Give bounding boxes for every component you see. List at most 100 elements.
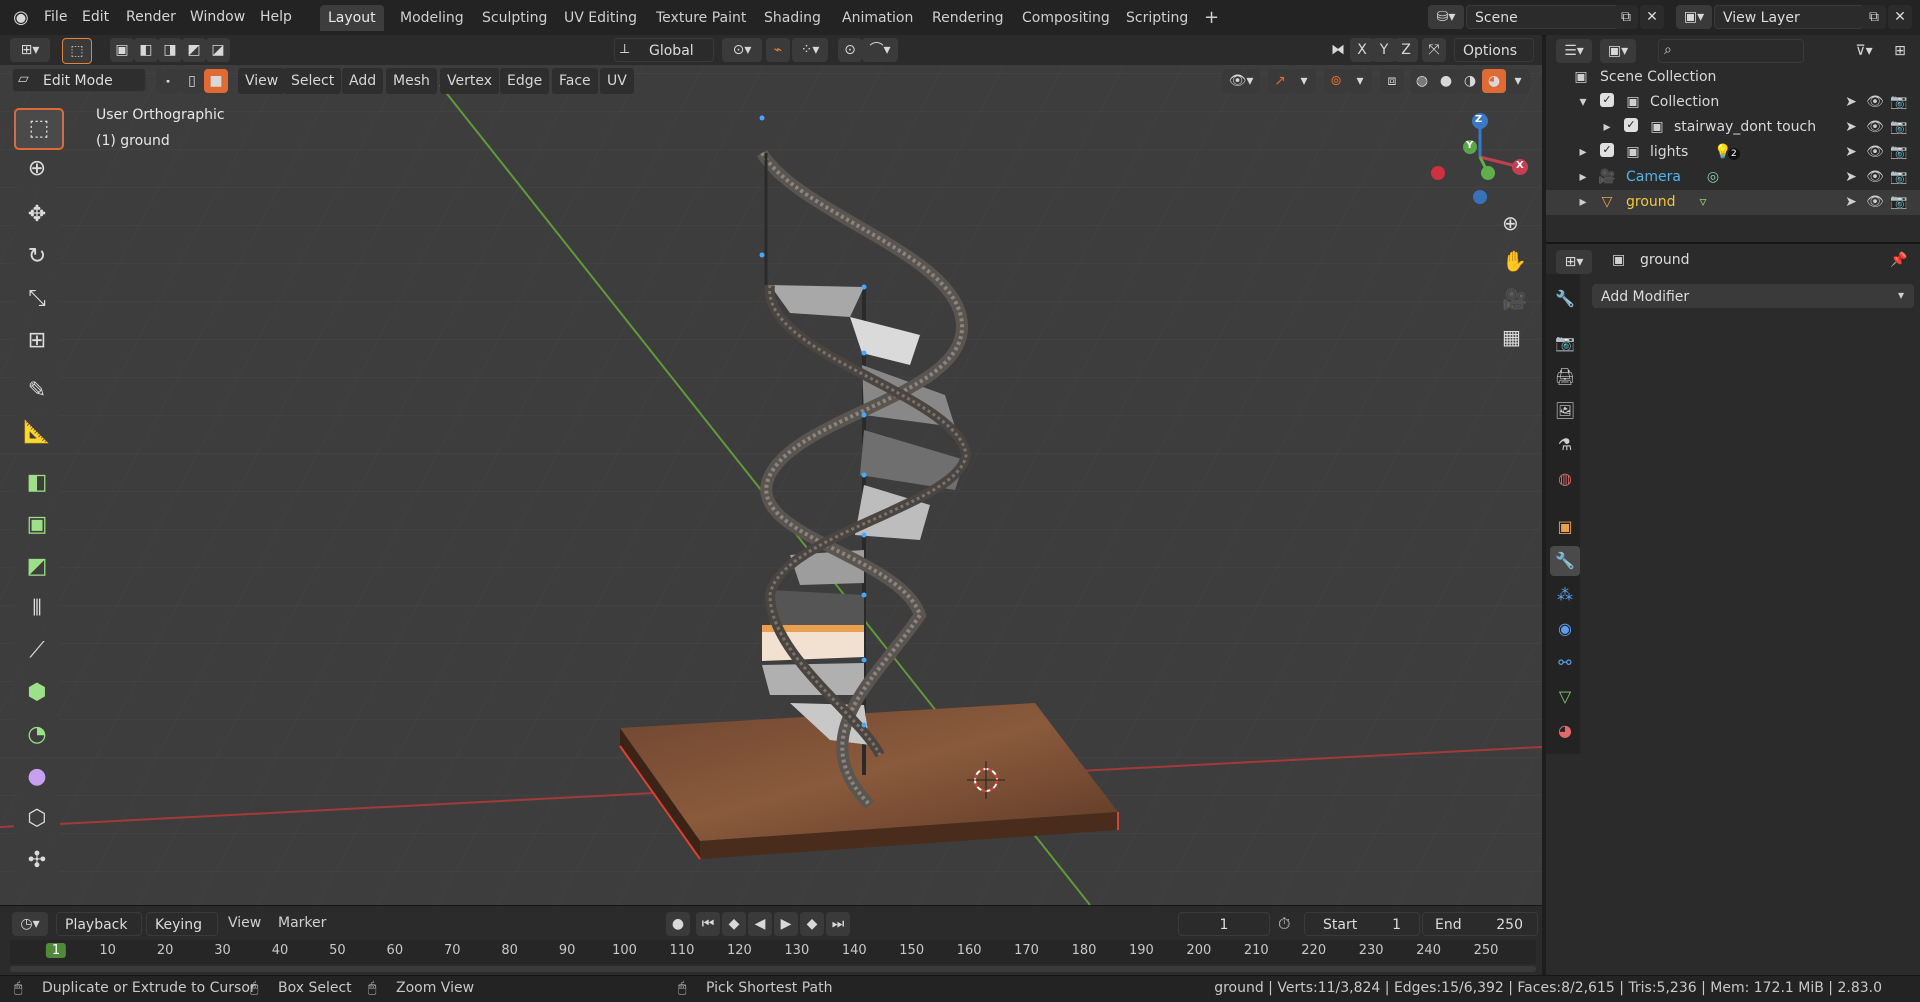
play-icon[interactable]: ▶ [774,912,798,936]
tab-rendering[interactable]: Rendering [924,5,1012,31]
snap-target-icon[interactable]: ⁘▾ [792,38,828,62]
scene-tab-icon[interactable]: ⚗ [1550,430,1580,460]
auto-merge-icon[interactable]: ⤧ [1422,38,1446,62]
timeline-menu-view[interactable]: View [228,915,261,931]
render-camera-icon[interactable]: 📷 [1890,93,1908,111]
perspective-toggle-icon[interactable]: ▦ [1502,325,1521,349]
particles-tab-icon[interactable]: ⁂ [1550,580,1580,610]
render-tab-icon[interactable]: 📷 [1550,328,1580,358]
timeline-menu-playback[interactable]: Playback [56,912,142,936]
scale-tool-icon[interactable]: ⤡ [14,280,60,318]
checkbox-icon[interactable]: ✓ [1600,143,1614,157]
loop-cut-tool-icon[interactable]: ⫴ [14,590,60,628]
viewport-menu-face[interactable]: Face [552,68,598,94]
smooth-tool-icon[interactable]: ● [14,758,60,796]
timeline-editor-type-icon[interactable]: ◷▾ [12,912,48,936]
world-tab-icon[interactable]: ◍ [1550,464,1580,494]
select-mode-new-icon[interactable]: ▣ [110,38,134,62]
add-workspace-button[interactable]: + [1196,5,1227,31]
tab-shading[interactable]: Shading [756,5,829,31]
selectable-icon[interactable]: ➤ [1842,93,1860,111]
eye-icon[interactable]: 👁 [1866,93,1884,111]
physics-tab-icon[interactable]: ◉ [1550,614,1580,644]
tab-sculpting[interactable]: Sculpting [474,5,555,31]
edge-slide-tool-icon[interactable]: ⬡ [14,800,60,838]
outliner-row-camera[interactable]: ▸ 🎥 Camera ◎ ➤ 👁 📷 [1546,165,1920,190]
outliner-row-collection[interactable]: ▾ ✓ ▣ Collection ➤ 👁 📷 [1546,90,1920,115]
mode-select[interactable]: Edit Mode [12,68,146,92]
expand-arrow-icon[interactable]: ▸ [1574,143,1592,161]
outliner-search-input[interactable] [1658,39,1804,63]
tab-animation[interactable]: Animation [834,5,921,31]
jump-end-icon[interactable]: ⏭ [826,912,850,936]
eye-icon[interactable]: 👁 [1866,143,1884,161]
select-box-tool-icon[interactable]: ⬚ [14,108,64,150]
checkbox-icon[interactable]: ✓ [1624,118,1638,132]
bevel-tool-icon[interactable]: ◩ [14,548,60,586]
eye-icon[interactable]: 👁 [1866,118,1884,136]
shrink-fatten-tool-icon[interactable]: ✣ [14,842,60,880]
jump-start-icon[interactable]: ⏮ [696,912,720,936]
pan-hand-icon[interactable]: ✋ [1502,249,1527,273]
viewport-menu-vertex[interactable]: Vertex [440,68,500,94]
zoom-icon[interactable]: ⊕ [1502,211,1519,235]
next-keyframe-icon[interactable]: ◆ [800,912,824,936]
spin-tool-icon[interactable]: ◔ [14,716,60,754]
select-mode-extend-icon[interactable]: ◧ [134,38,158,62]
new-collection-icon[interactable]: ⊞ [1888,39,1912,63]
select-mode-subtract-icon[interactable]: ◨ [158,38,182,62]
vertex-select-mode-icon[interactable]: ⬝ [156,69,180,93]
shading-rendered-icon[interactable]: ◕ [1482,69,1506,93]
shading-solid-icon[interactable]: ● [1434,69,1458,93]
viewport-menu-mesh[interactable]: Mesh [386,68,437,94]
material-tab-icon[interactable]: ◕ [1550,716,1580,746]
timeline-ruler[interactable]: 1 10 20 30 40 50 60 70 80 90 100 110 120 130 140 150 160… [10,940,1536,964]
menu-edit[interactable]: Edit [76,6,115,28]
pivot-point-icon[interactable]: ⊙▾ [722,38,762,62]
object-tab-icon[interactable]: ▣ [1550,512,1580,542]
shading-wireframe-icon[interactable]: ◍ [1410,69,1434,93]
viewport-menu-edge[interactable]: Edge [500,68,550,94]
properties-editor-type-icon[interactable]: ⊞▾ [1556,250,1592,274]
tab-layout[interactable]: Layout [320,5,384,31]
add-modifier-button[interactable]: Add Modifier [1592,284,1914,308]
selectable-icon[interactable]: ➤ [1842,118,1860,136]
camera-view-icon[interactable]: 🎥 [1502,287,1527,311]
mirror-icon[interactable]: ⧓ [1326,38,1350,62]
expand-arrow-icon[interactable]: ▾ [1574,93,1592,111]
expand-arrow-icon[interactable]: ▸ [1574,193,1592,211]
outliner-row-lights[interactable]: ▸ ✓ ▣ lights 💡 2 ➤ 👁 📷 [1546,140,1920,165]
start-frame-field[interactable]: Start 1 [1304,912,1420,936]
selectable-icon[interactable]: ➤ [1842,143,1860,161]
measure-tool-icon[interactable]: 📐 [14,414,60,452]
view-layer-tab-icon[interactable]: 🖼 [1550,396,1580,426]
render-camera-icon[interactable]: 📷 [1890,193,1908,211]
proportional-falloff-icon[interactable]: ⌒▾ [862,38,898,62]
checkbox-icon[interactable]: ✓ [1600,93,1614,107]
navigation-gizmo[interactable]: Z X Y [1420,105,1540,215]
eye-icon[interactable]: 👁 [1866,168,1884,186]
menu-help[interactable]: Help [254,6,298,28]
prev-keyframe-icon[interactable]: ◆ [722,912,746,936]
poly-build-tool-icon[interactable]: ⬢ [14,674,60,712]
mesh-data-tab-icon[interactable]: ▽ [1550,682,1580,712]
record-icon[interactable]: ● [666,912,690,936]
viewport-menu-add[interactable]: Add [342,68,384,94]
tab-texture-paint[interactable]: Texture Paint [648,5,754,31]
tab-modeling[interactable]: Modeling [392,5,472,31]
constraints-tab-icon[interactable]: ⚯ [1550,648,1580,678]
move-tool-icon[interactable]: ✥ [14,196,60,234]
selectable-icon[interactable]: ➤ [1842,193,1860,211]
eye-icon[interactable]: 👁 [1866,193,1884,211]
menu-file[interactable]: File [38,6,73,28]
render-camera-icon[interactable]: 📷 [1890,168,1908,186]
modifier-tab-icon[interactable]: 🔧 [1550,546,1580,576]
selectable-icon[interactable]: ➤ [1842,168,1860,186]
view-layer-field[interactable]: View Layer [1714,5,1864,29]
xray-toggle-icon[interactable]: ⧈ [1380,69,1404,93]
timeline-menu-keying[interactable]: Keying [146,912,218,936]
mirror-y-toggle[interactable]: Y [1372,38,1396,62]
viewport-menu-uv[interactable]: UV [600,68,634,94]
knife-tool-icon[interactable]: ⟋ [14,632,60,670]
pin-icon[interactable]: 📌 [1890,252,1907,268]
